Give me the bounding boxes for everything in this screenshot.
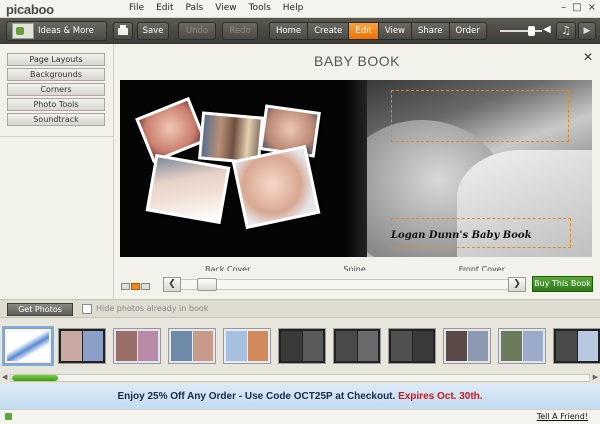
maximize-icon[interactable]: □: [572, 2, 581, 13]
front-cover-page[interactable]: Logan Dunn's Baby Book: [367, 80, 592, 257]
thumbnail-item[interactable]: [498, 328, 546, 364]
minimize-icon[interactable]: –: [561, 2, 566, 13]
page-title: BABY BOOK: [314, 53, 400, 69]
get-photos-button[interactable]: Get Photos: [7, 303, 73, 316]
close-window-icon[interactable]: ×: [588, 2, 596, 13]
menu-tools[interactable]: Tools: [249, 3, 271, 13]
promo-text: Enjoy 25% Off Any Order - Use Code OCT25…: [117, 391, 399, 402]
scroll-right-arrow-icon[interactable]: ▶: [593, 373, 598, 381]
scroll-left-button[interactable]: ❮: [163, 277, 181, 292]
sidebar-divider: [0, 136, 113, 137]
view-mode-toggle: [121, 283, 150, 290]
volume-knob[interactable]: [528, 26, 535, 36]
status-icon: [5, 413, 12, 420]
sidebar-item-backgrounds[interactable]: Backgrounds: [7, 68, 105, 81]
sidebar-item-photo-tools[interactable]: Photo Tools: [7, 98, 105, 111]
menu-file[interactable]: File: [129, 3, 144, 13]
nav-create[interactable]: Create: [308, 23, 350, 39]
sidebar-item-corners[interactable]: Corners: [7, 83, 105, 96]
promo-banner[interactable]: Enjoy 25% Off Any Order - Use Code OCT25…: [0, 384, 600, 409]
ideas-icon: [12, 23, 34, 39]
cover-caption[interactable]: Logan Dunn's Baby Book: [391, 230, 571, 241]
undo-button[interactable]: Undo: [178, 22, 216, 40]
menu-pals[interactable]: Pals: [186, 3, 204, 13]
menu-edit[interactable]: Edit: [156, 3, 173, 13]
scroll-left-arrow-icon[interactable]: ◀: [2, 373, 7, 381]
ideas-more-label: Ideas & More: [38, 26, 94, 36]
speaker-icon[interactable]: ◀: [543, 24, 551, 35]
tell-a-friend-link[interactable]: Tell A Friend!: [537, 412, 588, 421]
thumbnail-strip: [0, 318, 600, 372]
spread-view-icon[interactable]: [131, 283, 140, 290]
back-cover-page[interactable]: [120, 80, 367, 257]
book-spread[interactable]: Logan Dunn's Baby Book: [120, 80, 592, 257]
nav-order[interactable]: Order: [449, 23, 486, 39]
page-scroll-track[interactable]: [181, 279, 508, 290]
thumbnail-item[interactable]: [58, 328, 106, 364]
thumbnail-item[interactable]: [388, 328, 436, 364]
main-nav: Home Create Edit View Share Order: [269, 22, 487, 40]
label-back-cover: Back Cover: [205, 265, 251, 271]
nav-home[interactable]: Home: [270, 23, 309, 39]
music-note-icon[interactable]: ♫: [556, 22, 576, 40]
thumbnail-item[interactable]: [223, 328, 271, 364]
app-logo: picaboo: [6, 2, 54, 17]
hide-photos-label: Hide photos already in book: [96, 304, 209, 313]
spread-labels: Back Cover Spine Front Cover: [205, 263, 505, 271]
thumbnail-item[interactable]: [113, 328, 161, 364]
page-scroll-thumb[interactable]: [197, 278, 217, 291]
thumbnail-item[interactable]: [2, 326, 54, 366]
hide-photos-checkbox[interactable]: [82, 304, 92, 314]
photo-newborn-1[interactable]: [135, 96, 207, 164]
status-bar: Tell A Friend!: [0, 409, 600, 424]
thumbnail-item[interactable]: [168, 328, 216, 364]
play-icon[interactable]: ▶: [578, 22, 596, 40]
redo-button[interactable]: Redo: [222, 22, 258, 40]
grid-view-icon[interactable]: [141, 283, 150, 290]
ideas-more-button[interactable]: Ideas & More: [6, 21, 107, 41]
photo-baby-closeup[interactable]: [231, 144, 321, 230]
nav-share[interactable]: Share: [412, 23, 450, 39]
sidebar-item-page-layouts[interactable]: Page Layouts: [7, 53, 105, 66]
save-button[interactable]: Save: [137, 22, 169, 40]
photo-sleeping-baby[interactable]: [145, 153, 231, 225]
title-bar: picaboo File Edit Pals View Tools Help –…: [0, 0, 600, 18]
menu-bar: File Edit Pals View Tools Help: [129, 3, 303, 13]
close-icon[interactable]: ✕: [583, 50, 593, 64]
text-guide-top[interactable]: [391, 90, 569, 142]
menu-help[interactable]: Help: [283, 3, 304, 13]
label-front-cover: Front Cover: [458, 265, 505, 271]
left-panel: Page Layouts Backgrounds Corners Photo T…: [0, 44, 114, 299]
label-spine: Spine: [343, 265, 366, 271]
thumbnail-item[interactable]: [443, 328, 491, 364]
toolbar: Ideas & More Save Undo Redo Home Create …: [0, 18, 600, 44]
photos-bar: Get Photos Hide photos already in book: [0, 299, 600, 318]
thumbnail-scroll-track[interactable]: [10, 374, 590, 382]
thumbnail-item[interactable]: [333, 328, 381, 364]
promo-expiry: Expires Oct. 30th.: [398, 391, 483, 402]
scroll-right-button[interactable]: ❯: [508, 277, 526, 292]
print-button[interactable]: [113, 22, 133, 40]
thumbnail-item[interactable]: [278, 328, 326, 364]
thumbnail-scroll-thumb[interactable]: [12, 375, 58, 381]
nav-edit[interactable]: Edit: [349, 23, 379, 39]
single-page-view-icon[interactable]: [121, 283, 130, 290]
thumbnail-item[interactable]: [553, 328, 600, 364]
buy-this-book-button[interactable]: Buy This Book: [532, 276, 593, 292]
window-controls: – □ ×: [561, 2, 596, 13]
menu-view[interactable]: View: [215, 3, 236, 13]
thumbnail-scrollbar: ◀ ▶: [0, 372, 600, 384]
volume-slider[interactable]: [500, 30, 542, 32]
nav-view[interactable]: View: [378, 23, 412, 39]
sidebar-item-soundtrack[interactable]: Soundtrack: [7, 113, 105, 126]
